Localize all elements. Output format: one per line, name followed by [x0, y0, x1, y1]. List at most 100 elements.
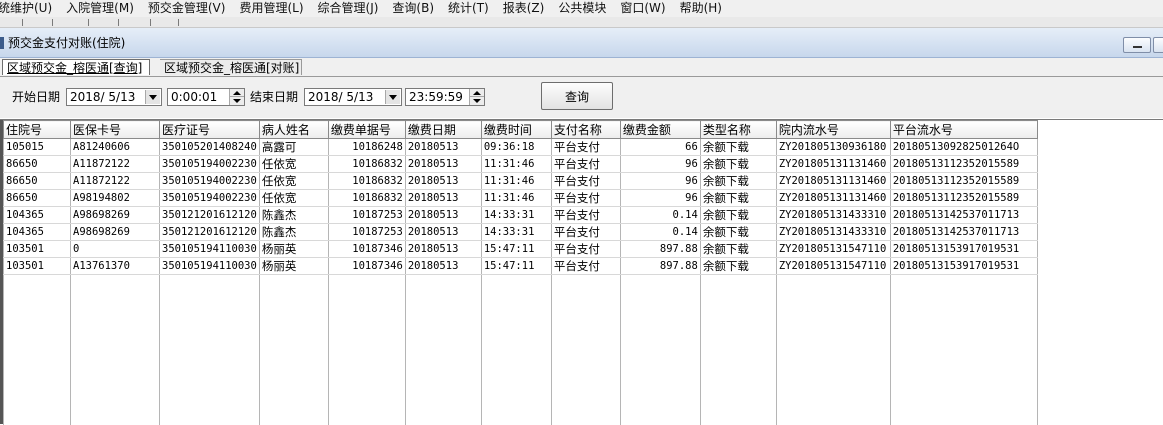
- table-cell: 20180513153917019531: [890, 241, 1037, 258]
- start-date-picker[interactable]: 2018/ 5/13: [66, 88, 162, 106]
- table-cell: 350105194110030: [160, 241, 260, 258]
- col-header[interactable]: 平台流水号: [890, 121, 1037, 139]
- start-time-stepper[interactable]: 0:00:01: [167, 88, 245, 106]
- col-header[interactable]: 缴费单据号: [328, 121, 405, 139]
- table-cell: 陈鑫杰: [259, 207, 328, 224]
- tab-query[interactable]: 区域预交金_榕医通[查询]: [2, 59, 150, 75]
- menu-help[interactable]: 帮助(H): [673, 0, 729, 17]
- table-row[interactable]: 86650A11872122350105194002230任依宽10186832…: [4, 173, 1038, 190]
- table-row[interactable]: 104365A98698269350121201612120陈鑫杰1018725…: [4, 224, 1038, 241]
- table-cell: 10187346: [328, 258, 405, 275]
- table-cell: 余额下载: [700, 139, 776, 156]
- menu-general[interactable]: 综合管理(J): [311, 0, 386, 17]
- empty-cell: [4, 275, 71, 425]
- col-header[interactable]: 院内流水号: [776, 121, 890, 139]
- table-cell: 350121201612120: [160, 207, 260, 224]
- menu-window[interactable]: 窗口(W): [613, 0, 672, 17]
- table-cell: 104365: [4, 224, 71, 241]
- table-cell: 20180513112352015589: [890, 156, 1037, 173]
- menu-fees[interactable]: 费用管理(L): [232, 0, 310, 17]
- table-cell: 96: [620, 156, 700, 173]
- payment-table: 住院号 医保卡号 医疗证号 病人姓名 缴费单据号 缴费日期 缴费时间 支付名称 …: [3, 120, 1038, 425]
- table-cell: 10187253: [328, 224, 405, 241]
- table-cell: 10186832: [328, 156, 405, 173]
- table-cell: A81240606: [71, 139, 160, 156]
- tab-reconcile[interactable]: 区域预交金_榕医通[对账]: [160, 59, 302, 75]
- toolbar-separator: [52, 19, 53, 26]
- spin-arrows-icon[interactable]: [229, 89, 244, 105]
- table-cell: 20180513112352015589: [890, 173, 1037, 190]
- tab-strip: 区域预交金_榕医通[查询] 区域预交金_榕医通[对账]: [0, 58, 1163, 77]
- col-header[interactable]: 缴费金额: [620, 121, 700, 139]
- table-cell: 86650: [4, 173, 71, 190]
- table-cell: 105015: [4, 139, 71, 156]
- col-header[interactable]: 病人姓名: [259, 121, 328, 139]
- table-cell: 10187346: [328, 241, 405, 258]
- toolbar: [0, 17, 1163, 28]
- col-header[interactable]: 类型名称: [700, 121, 776, 139]
- table-cell: 任依宽: [259, 190, 328, 207]
- empty-cell: [259, 275, 328, 425]
- table-cell: 96: [620, 190, 700, 207]
- col-header[interactable]: 医保卡号: [71, 121, 160, 139]
- menu-statistics[interactable]: 统计(T): [441, 0, 496, 17]
- table-cell: A11872122: [71, 156, 160, 173]
- maximize-button[interactable]: [1153, 37, 1163, 53]
- end-date-picker[interactable]: 2018/ 5/13: [304, 88, 402, 106]
- table-cell: 15:47:11: [481, 258, 551, 275]
- table-cell: 平台支付: [551, 224, 620, 241]
- col-header[interactable]: 缴费日期: [405, 121, 481, 139]
- table-cell: 20180513: [405, 139, 481, 156]
- table-cell: ZY201805131547110: [776, 241, 890, 258]
- chevron-down-icon[interactable]: [145, 90, 160, 104]
- table-cell: 20180513153917019531: [890, 258, 1037, 275]
- data-grid: 住院号 医保卡号 医疗证号 病人姓名 缴费单据号 缴费日期 缴费时间 支付名称 …: [0, 119, 1163, 424]
- table-cell: 陈鑫杰: [259, 224, 328, 241]
- table-cell: 66: [620, 139, 700, 156]
- table-row[interactable]: 86650A98194802350105194002230任依宽10186832…: [4, 190, 1038, 207]
- menu-prepayment[interactable]: 预交金管理(V): [141, 0, 233, 17]
- minimize-button[interactable]: [1123, 37, 1151, 53]
- toolbar-separator: [150, 19, 151, 26]
- table-cell: 20180513: [405, 190, 481, 207]
- table-cell: ZY201805131131460: [776, 173, 890, 190]
- menu-system[interactable]: 统维护(U): [0, 0, 59, 17]
- empty-cell: [328, 275, 405, 425]
- col-header[interactable]: 医疗证号: [160, 121, 260, 139]
- table-cell: ZY201805131433310: [776, 207, 890, 224]
- menu-query[interactable]: 查询(B): [385, 0, 441, 17]
- start-date-label: 开始日期: [12, 89, 60, 105]
- table-row[interactable]: 104365A98698269350121201612120陈鑫杰1018725…: [4, 207, 1038, 224]
- table-row[interactable]: 103501A13761370350105194110030杨丽英1018734…: [4, 258, 1038, 275]
- start-date-value: 2018/ 5/13: [70, 90, 135, 104]
- col-header[interactable]: 住院号: [4, 121, 71, 139]
- table-row[interactable]: 1035010350105194110030杨丽英101873462018051…: [4, 241, 1038, 258]
- empty-cell: [700, 275, 776, 425]
- table-cell: 20180513: [405, 156, 481, 173]
- menu-reports[interactable]: 报表(Z): [496, 0, 552, 17]
- menu-admission[interactable]: 入院管理(M): [59, 0, 141, 17]
- table-cell: 104365: [4, 207, 71, 224]
- col-header[interactable]: 缴费时间: [481, 121, 551, 139]
- table-cell: 897.88: [620, 241, 700, 258]
- table-cell: 15:47:11: [481, 241, 551, 258]
- end-time-value: 23:59:59: [409, 90, 463, 104]
- table-row[interactable]: 86650A11872122350105194002230任依宽10186832…: [4, 156, 1038, 173]
- table-cell: 平台支付: [551, 241, 620, 258]
- end-time-stepper[interactable]: 23:59:59: [405, 88, 485, 106]
- table-cell: 平台支付: [551, 207, 620, 224]
- chevron-down-icon[interactable]: [385, 90, 400, 104]
- empty-cell: [620, 275, 700, 425]
- table-cell: 余额下载: [700, 173, 776, 190]
- table-cell: 103501: [4, 258, 71, 275]
- table-row[interactable]: 105015A81240606350105201408240高露可1018624…: [4, 139, 1038, 156]
- table-cell: 10186248: [328, 139, 405, 156]
- table-cell: 11:31:46: [481, 190, 551, 207]
- table-cell: 余额下载: [700, 207, 776, 224]
- table-cell: 103501: [4, 241, 71, 258]
- col-header[interactable]: 支付名称: [551, 121, 620, 139]
- spin-arrows-icon[interactable]: [469, 89, 484, 105]
- table-cell: A98698269: [71, 224, 160, 241]
- menu-public-module[interactable]: 公共模块: [551, 0, 613, 17]
- query-button[interactable]: 查询: [541, 82, 613, 110]
